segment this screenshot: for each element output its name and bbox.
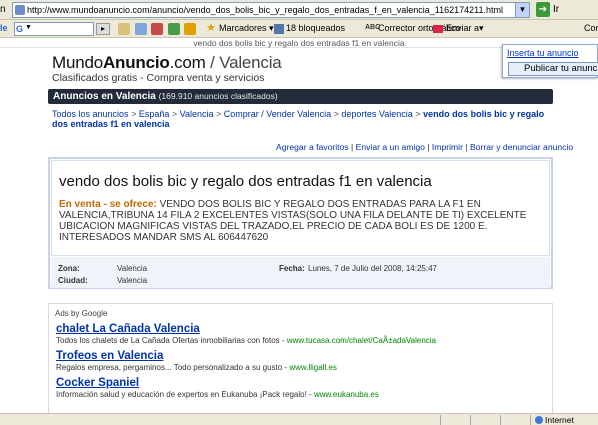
internet-zone-label: Internet (545, 415, 574, 425)
sponsored-title[interactable]: Trofeos en Valencia (56, 350, 546, 362)
print-link[interactable]: Imprimir (432, 142, 463, 152)
breadcrumb-item[interactable]: Valencia (180, 109, 214, 119)
sponsored-item-partial (56, 404, 546, 410)
ad-actions: Agregar a favoritos | Enviar a un amigo … (276, 142, 574, 152)
report-link[interactable]: Borrar y denunciar anuncio (470, 142, 573, 152)
sponsored-item: Trofeos en Valencia Regalos empresa, per… (56, 350, 546, 372)
sponsored-desc: Todos los chalets de La Cañada Ofertas i… (56, 336, 546, 345)
internet-zone-icon (535, 416, 543, 424)
ad-meta: Zona: Valencia Ciudad: Valencia Fecha: L… (51, 257, 550, 288)
logo-bold: Anuncio (102, 53, 170, 72)
toolbar-icon-2[interactable] (134, 23, 147, 35)
blocked-button[interactable]: 18 bloqueados (286, 23, 345, 33)
breadcrumb-item[interactable]: España (139, 109, 170, 119)
google-search-box[interactable]: G ▼ (14, 22, 94, 36)
google-g-icon: G (16, 24, 24, 34)
add-favorites-link[interactable]: Agregar a favoritos (276, 142, 349, 152)
publish-ad-button[interactable]: Publicar tu anuncio (508, 62, 598, 76)
sponsored-item: chalet La Cañada Valencia Todos los chal… (56, 323, 546, 345)
sponsored-title-partial[interactable] (56, 404, 546, 410)
send-button[interactable]: Enviar a▾ (446, 23, 484, 34)
ad-content: vendo dos bolis bic y regalo dos entrada… (51, 160, 550, 256)
sponsored-ads: Ads by Google chalet La Cañada Valencia … (48, 303, 553, 425)
ad-title: vendo dos bolis bic y regalo dos entrada… (59, 173, 432, 190)
address-bar: n http://www.mundoanuncio.com/anuncio/ve… (0, 0, 598, 20)
sponsored-desc-text: Regalos empresa, pergaminos... Todo pers… (56, 363, 290, 372)
section-bar: Anuncios en Valencia (169.910 anuncios c… (48, 89, 553, 104)
toolbar-icon-3[interactable] (151, 23, 164, 35)
send-friend-link[interactable]: Enviar a un amigo (356, 142, 425, 152)
insert-ad-link[interactable]: Inserta tu anuncio (507, 48, 579, 58)
sponsored-item: Cocker Spaniel Información salud y educa… (56, 377, 546, 399)
section-count: (169.910 anuncios clasificados) (158, 91, 278, 101)
toolbar-tools-icons[interactable] (118, 23, 197, 35)
toolbar-icon-1[interactable] (118, 23, 130, 35)
google-toolbar: le G ▼ ▸ ★ Marcadores ▾ 18 bloqueados AB… (0, 20, 598, 38)
sponsored-desc: Información salud y educación de experto… (56, 390, 546, 399)
ciudad-value: Valencia (117, 276, 148, 285)
toolbar-icon-4[interactable] (167, 23, 180, 35)
status-divider (470, 415, 471, 425)
toolbar-icon-5[interactable] (184, 23, 197, 35)
search-go-button[interactable]: ▸ (96, 23, 110, 35)
ad-box: vendo dos bolis bic y regalo dos entrada… (48, 157, 553, 289)
fecha-value: Lunes, 7 de Julio del 2008, 14:25:47 (308, 264, 437, 273)
sponsored-url[interactable]: www.tucasa.com/chalet/CaÃ±adaValencia (287, 336, 436, 345)
zona-value: Valencia (117, 264, 148, 273)
publish-popup: Inserta tu anuncio Publicar tu anuncio (502, 44, 598, 78)
status-divider (500, 415, 501, 425)
ad-type-label: En venta - se ofrece: (59, 199, 157, 210)
site-logo[interactable]: MundoAnuncio.com / Valencia (52, 53, 282, 73)
go-arrow-icon[interactable]: ➔ (536, 2, 550, 17)
address-label: n (0, 4, 6, 15)
sponsored-desc: Regalos empresa, pergaminos... Todo pers… (56, 363, 546, 372)
sponsored-desc-text: Todos los chalets de La Cañada Ofertas i… (56, 336, 287, 345)
sponsored-desc-text: Información salud y educación de experto… (56, 390, 314, 399)
send-icon (433, 25, 443, 33)
popup-blocker-icon (274, 24, 284, 34)
breadcrumb-item[interactable]: Comprar / Vender Valencia (224, 109, 331, 119)
bookmarks-label: Marcadores (219, 23, 267, 33)
breadcrumb: Todos los anuncios > España > Valencia >… (52, 109, 545, 129)
logo-city: / Valencia (205, 53, 282, 72)
go-button[interactable]: Ir (553, 4, 559, 15)
sponsored-url[interactable]: www.eukanuba.es (314, 390, 379, 399)
send-label: Enviar a (446, 23, 480, 33)
logo-suffix: .com (169, 53, 206, 72)
site-tagline: Clasificados gratis - Compra venta y ser… (52, 72, 265, 84)
google-logo: le (0, 23, 8, 33)
ads-header[interactable]: Ads by Google (55, 309, 107, 318)
con-label[interactable]: Con (584, 23, 598, 33)
dropdown-arrow-icon[interactable]: ▼ (25, 24, 32, 31)
breadcrumb-item[interactable]: Todos los anuncios (52, 109, 129, 119)
ad-body: En venta - se ofrece: VENDO DOS BOLIS BI… (59, 199, 539, 243)
address-url: http://www.mundoanuncio.com/anuncio/vend… (27, 5, 504, 15)
sponsored-title[interactable]: chalet La Cañada Valencia (56, 323, 546, 335)
page-favicon-icon (15, 5, 25, 15)
breadcrumb-item[interactable]: deportes Valencia (341, 109, 412, 119)
fecha-label: Fecha: (279, 264, 305, 273)
status-bar: Internet (0, 413, 598, 425)
ciudad-label: Ciudad: (58, 276, 88, 285)
status-divider (530, 415, 531, 425)
address-dropdown-icon[interactable]: ▼ (515, 3, 529, 17)
logo-prefix: Mundo (52, 53, 103, 72)
zona-label: Zona: (58, 264, 80, 273)
bookmarks-button[interactable]: Marcadores ▾ (219, 23, 274, 34)
address-input[interactable]: http://www.mundoanuncio.com/anuncio/vend… (12, 2, 530, 18)
star-icon: ★ (206, 22, 216, 34)
section-title[interactable]: Anuncios en Valencia (53, 91, 156, 102)
sponsored-title[interactable]: Cocker Spaniel (56, 377, 546, 389)
status-divider (440, 415, 441, 425)
sponsored-url[interactable]: www.lligall.es (289, 363, 337, 372)
